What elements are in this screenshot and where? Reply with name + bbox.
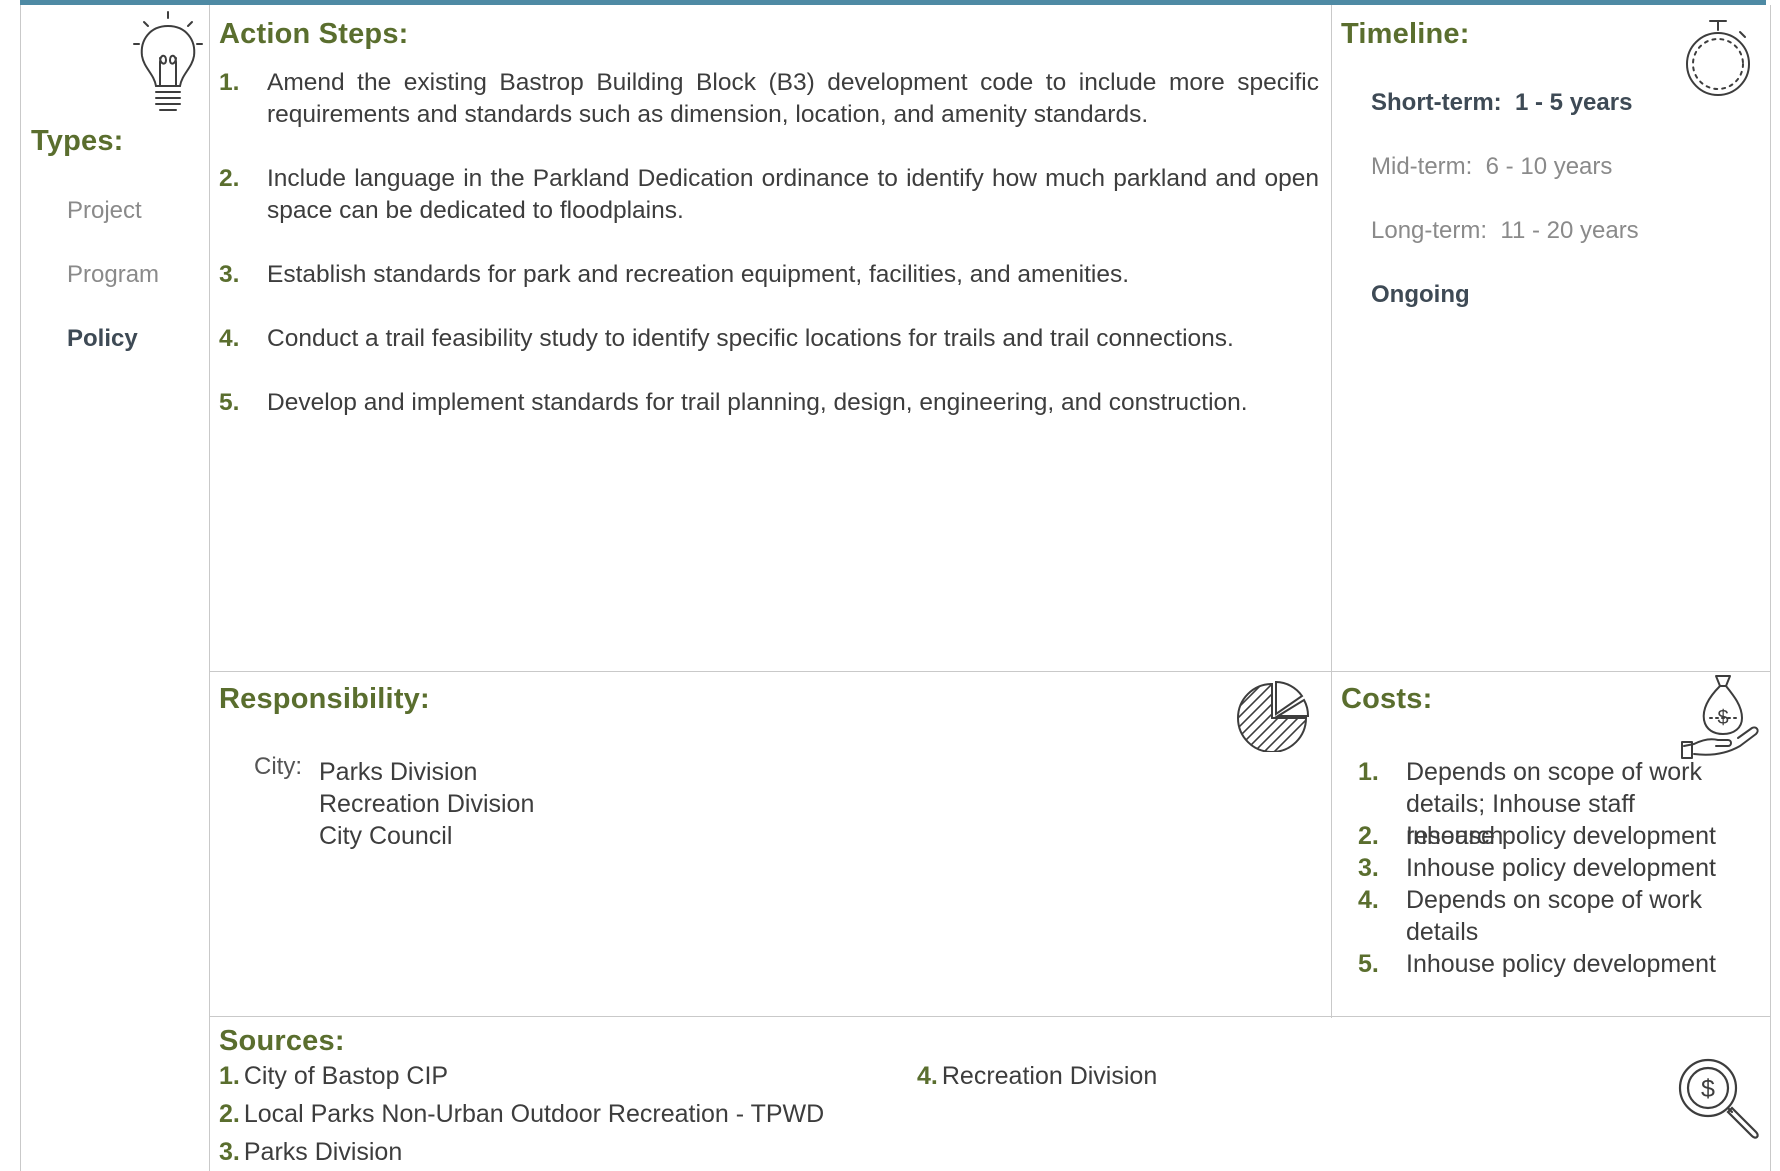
- action-steps-heading: Action Steps:: [219, 18, 409, 50]
- sources-heading: Sources:: [219, 1025, 345, 1057]
- lightbulb-icon: [133, 11, 203, 111]
- magnifier-dollar-icon: $: [1678, 1058, 1759, 1139]
- row-divider-1: [209, 671, 1770, 672]
- action-step-text: Include language in the Parkland Dedicat…: [267, 165, 1319, 224]
- source-item-text: Recreation Division: [941, 1062, 1158, 1090]
- cost-item: 4. Depends on scope of work details: [1358, 884, 1738, 948]
- action-step: 1. Amend the existing Bastrop Building B…: [219, 67, 1319, 131]
- action-step: 4. Conduct a trail feasibility study to …: [219, 323, 1319, 355]
- source-item: 4. Recreation Division: [917, 1062, 1157, 1091]
- left-border: [20, 5, 21, 1171]
- types-heading: Types:: [31, 125, 124, 157]
- responsibility-line: Recreation Division: [319, 790, 535, 818]
- cost-item: 2. Inhouse policy development: [1358, 820, 1738, 852]
- cost-item-number: 1.: [1358, 758, 1379, 786]
- action-step-text: Develop and implement standards for trai…: [267, 389, 1248, 416]
- source-item-number: 4.: [917, 1062, 938, 1090]
- source-item: 3. Parks Division: [219, 1138, 402, 1167]
- source-item-number: 3.: [219, 1138, 240, 1166]
- types-divider: [209, 5, 210, 1171]
- timeline-short-term: Short-term: 1 - 5 years: [1371, 89, 1633, 116]
- action-step: 5. Develop and implement standards for t…: [219, 387, 1319, 419]
- cost-item-number: 4.: [1358, 886, 1379, 914]
- action-step-number: 5.: [219, 389, 240, 416]
- cost-item-number: 5.: [1358, 950, 1379, 978]
- action-step: 3. Establish standards for park and recr…: [219, 259, 1319, 291]
- cost-item-text: Depends on scope of work details: [1406, 886, 1703, 946]
- action-step-number: 2.: [219, 165, 240, 192]
- costs-heading: Costs:: [1341, 683, 1433, 715]
- action-step-text: Establish standards for park and recreat…: [267, 261, 1130, 288]
- svg-text:$: $: [1701, 1075, 1715, 1103]
- responsibility-line: Parks Division: [319, 758, 478, 786]
- responsibility-label: City:: [254, 753, 302, 780]
- right-border: [1770, 5, 1771, 1171]
- cost-item-text: Inhouse policy development: [1406, 822, 1716, 850]
- action-step-number: 4.: [219, 325, 240, 352]
- action-step-number: 3.: [219, 261, 240, 288]
- type-project: Project: [67, 197, 142, 224]
- cost-item-text: Inhouse policy development: [1406, 854, 1716, 882]
- money-bag-hand-icon: $: [1681, 675, 1759, 759]
- cost-item-number: 3.: [1358, 854, 1379, 882]
- timeline-heading: Timeline:: [1341, 18, 1470, 50]
- responsibility-heading: Responsibility:: [219, 683, 430, 715]
- action-step-number: 1.: [219, 69, 240, 96]
- action-step-text: Conduct a trail feasibility study to ide…: [267, 325, 1234, 352]
- cost-item-number: 2.: [1358, 822, 1379, 850]
- source-item-number: 2.: [219, 1100, 240, 1128]
- source-item-text: Parks Division: [243, 1138, 403, 1166]
- type-policy: Policy: [67, 325, 138, 352]
- action-step-text: Amend the existing Bastrop Building Bloc…: [267, 69, 1319, 128]
- cost-item-text: Inhouse policy development: [1406, 950, 1716, 978]
- stopwatch-icon: [1686, 20, 1750, 96]
- responsibility-line: City Council: [319, 822, 453, 850]
- source-item-number: 1.: [219, 1062, 240, 1090]
- source-item: 1. City of Bastop CIP: [219, 1062, 448, 1091]
- timeline-long-term: Long-term: 11 - 20 years: [1371, 217, 1639, 244]
- source-item: 2. Local Parks Non-Urban Outdoor Recreati…: [219, 1100, 824, 1129]
- timeline-ongoing: Ongoing: [1371, 281, 1470, 308]
- source-item-text: Local Parks Non-Urban Outdoor Recreation…: [243, 1100, 825, 1128]
- timeline-mid-term: Mid-term: 6 - 10 years: [1371, 153, 1613, 180]
- cost-item: 5. Inhouse policy development: [1358, 948, 1738, 980]
- pie-chart-icon: [1237, 680, 1310, 752]
- row-divider-2: [209, 1016, 1770, 1017]
- action-step: 2. Include language in the Parkland Dedi…: [219, 163, 1319, 227]
- top-accent-bar: [20, 0, 1766, 5]
- cost-item: 3. Inhouse policy development: [1358, 852, 1738, 884]
- source-item-text: City of Bastop CIP: [243, 1062, 449, 1090]
- timeline-divider: [1331, 5, 1332, 1018]
- type-program: Program: [67, 261, 160, 288]
